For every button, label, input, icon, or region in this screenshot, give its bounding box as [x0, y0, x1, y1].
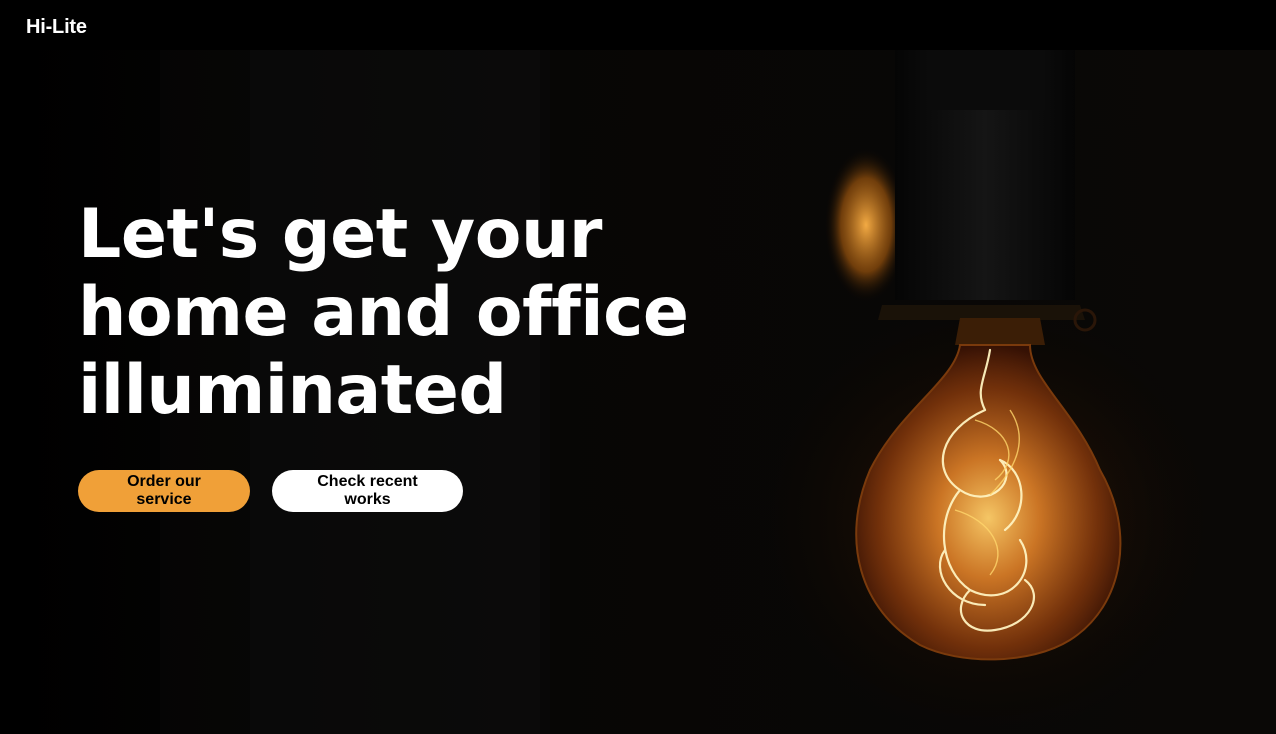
brand-logo[interactable]: Hi-Lite — [26, 16, 87, 39]
top-bar: Hi-Lite — [0, 0, 1276, 50]
landing-page: Hi-Lite Let's get your home and office i… — [0, 0, 1276, 734]
cta-row: Order our service Check recent works — [78, 470, 718, 512]
order-service-button[interactable]: Order our service — [78, 470, 250, 512]
hero-content: Let's get your home and office illuminat… — [78, 196, 718, 512]
recent-works-button[interactable]: Check recent works — [272, 470, 463, 512]
hero-headline: Let's get your home and office illuminat… — [78, 195, 689, 430]
